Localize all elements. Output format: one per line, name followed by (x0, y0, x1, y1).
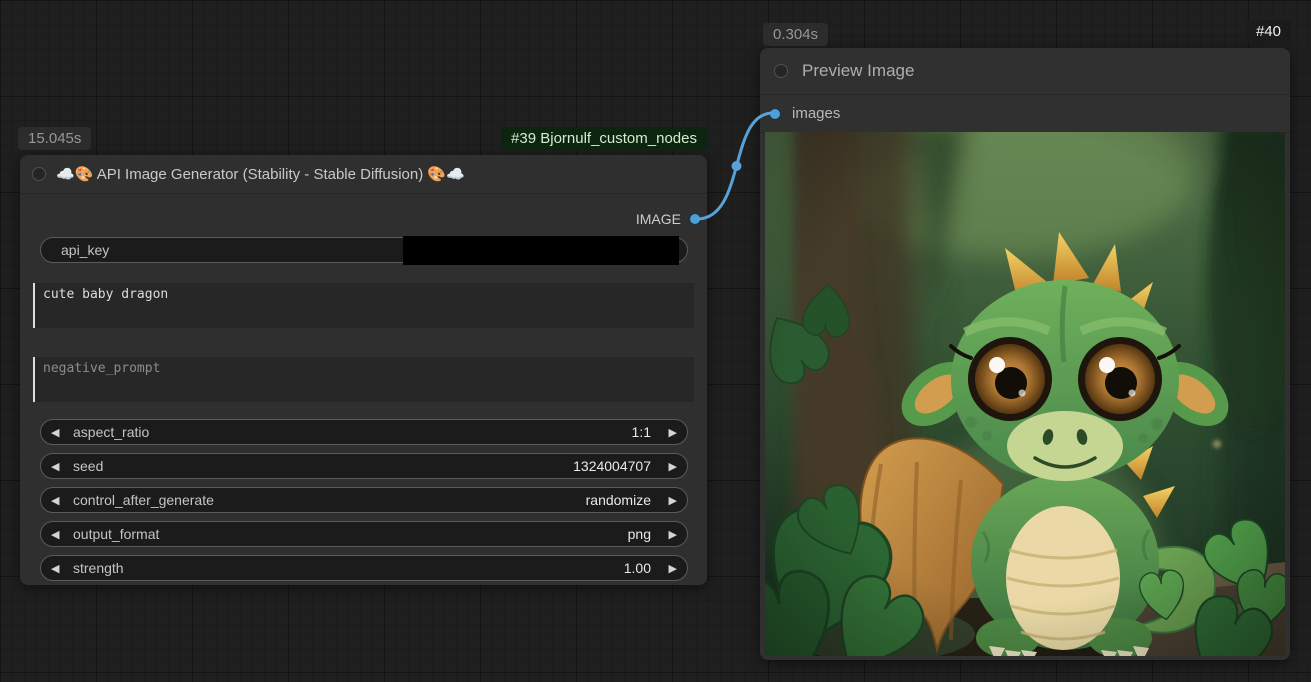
graph-canvas[interactable]: 15.045s #39 Bjornulf_custom_nodes 0.304s… (0, 0, 1311, 682)
node-title: Preview Image (802, 61, 914, 81)
images-input-row: images (760, 95, 1290, 133)
generator-timing-badge: 15.045s (18, 127, 91, 150)
decrement-arrow-icon[interactable]: ◀ (51, 426, 67, 439)
prompt-textarea[interactable]: cute baby dragon (33, 283, 694, 328)
widget-value: randomize (214, 492, 651, 508)
node-preview-image[interactable]: Preview Image images (760, 48, 1290, 660)
node-title-bar[interactable]: ☁️🎨 API Image Generator (Stability - Sta… (20, 155, 707, 194)
strength-widget[interactable]: ◀ strength 1.00 ▶ (40, 555, 688, 581)
images-input-port-icon[interactable] (770, 109, 780, 119)
image-output-port-icon[interactable] (690, 214, 700, 224)
increment-arrow-icon[interactable]: ▶ (661, 426, 677, 439)
generator-source-badge: #39 Bjornulf_custom_nodes (501, 127, 707, 150)
widget-label: control_after_generate (73, 492, 214, 508)
preview-id-badge: #40 (1246, 20, 1291, 43)
control-after-generate-widget[interactable]: ◀ control_after_generate randomize ▶ (40, 487, 688, 513)
link-midpoint-dot-icon[interactable] (732, 161, 742, 171)
widget-value: 1:1 (149, 424, 651, 440)
api-key-value-redacted (403, 236, 679, 265)
preview-timing-badge: 0.304s (763, 23, 828, 46)
decrement-arrow-icon[interactable]: ◀ (51, 494, 67, 507)
output-slot-label: IMAGE (636, 205, 681, 233)
increment-arrow-icon[interactable]: ▶ (661, 494, 677, 507)
api-key-label: api_key (61, 242, 109, 258)
increment-arrow-icon[interactable]: ▶ (661, 562, 677, 575)
decrement-arrow-icon[interactable]: ◀ (51, 562, 67, 575)
collapse-dot-icon[interactable] (774, 64, 788, 78)
increment-arrow-icon[interactable]: ▶ (661, 460, 677, 473)
node-title: ☁️🎨 API Image Generator (Stability - Sta… (56, 165, 465, 183)
widget-value: png (159, 526, 651, 542)
dragon-artwork (765, 132, 1285, 656)
prompt-text: cute baby dragon (43, 287, 168, 302)
negative-prompt-placeholder: negative_prompt (43, 361, 160, 376)
negative-prompt-textarea[interactable]: negative_prompt (33, 357, 694, 402)
aspect-ratio-widget[interactable]: ◀ aspect_ratio 1:1 ▶ (40, 419, 688, 445)
widget-value: 1324004707 (103, 458, 651, 474)
decrement-arrow-icon[interactable]: ◀ (51, 528, 67, 541)
seed-widget[interactable]: ◀ seed 1324004707 ▶ (40, 453, 688, 479)
decrement-arrow-icon[interactable]: ◀ (51, 460, 67, 473)
output-slot-row: IMAGE (20, 205, 707, 233)
widget-label: aspect_ratio (73, 424, 149, 440)
increment-arrow-icon[interactable]: ▶ (661, 528, 677, 541)
widget-label: seed (73, 458, 103, 474)
output-format-widget[interactable]: ◀ output_format png ▶ (40, 521, 688, 547)
collapse-dot-icon[interactable] (32, 167, 46, 181)
widget-label: strength (73, 560, 124, 576)
api-key-widget[interactable]: api_key (40, 237, 688, 263)
preview-image-dragon (765, 132, 1285, 656)
widget-value: 1.00 (124, 560, 651, 576)
node-api-image-generator[interactable]: ☁️🎨 API Image Generator (Stability - Sta… (20, 155, 707, 585)
images-input-label: images (792, 105, 840, 122)
node-title-bar[interactable]: Preview Image (760, 48, 1290, 95)
widget-label: output_format (73, 526, 159, 542)
